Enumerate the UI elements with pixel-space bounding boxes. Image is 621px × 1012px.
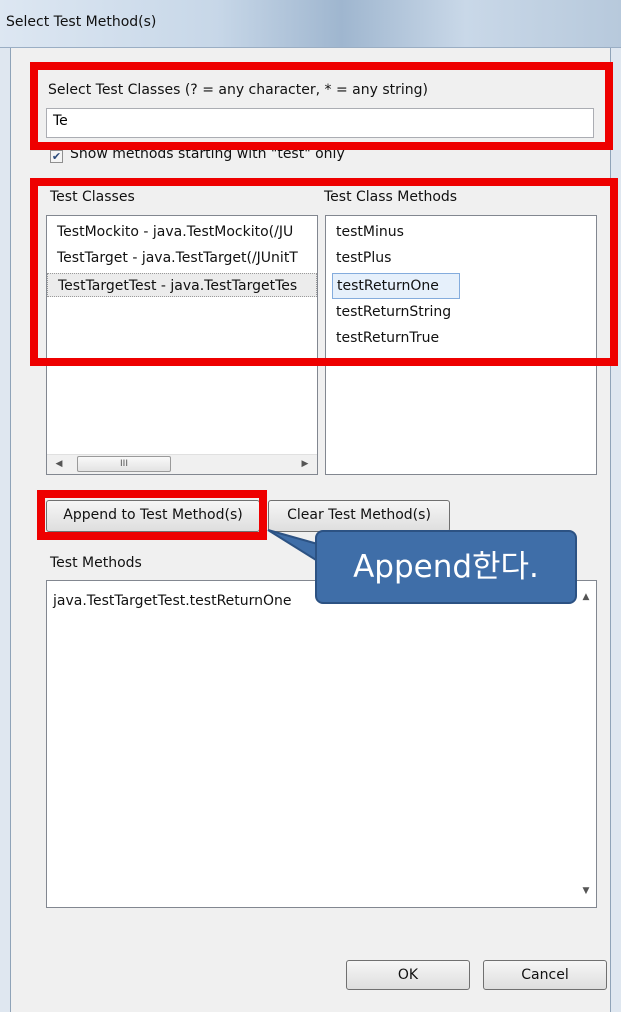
scroll-down-arrow-icon[interactable]: ▼ [578,883,594,899]
scroll-grip-icon: III [120,459,128,469]
scroll-up-arrow-icon[interactable]: ▲ [578,589,594,605]
scroll-left-arrow-icon[interactable]: ◀ [51,456,67,472]
highlight-filter [30,62,613,150]
highlight-append-button [37,490,267,540]
test-methods-header: Test Methods [50,555,142,571]
highlight-lists [30,178,618,366]
cancel-button[interactable]: Cancel [483,960,607,990]
scroll-right-arrow-icon[interactable]: ▶ [297,456,313,472]
test-methods-list[interactable]: java.TestTargetTest.testReturnOne ▲ ▼ [46,580,597,908]
ok-button[interactable]: OK [346,960,470,990]
scroll-thumb[interactable]: III [77,456,171,472]
append-callout: Append한다. [315,530,577,604]
window-title: Select Test Method(s) [6,14,157,30]
list-item[interactable]: java.TestTargetTest.testReturnOne [47,589,292,613]
window-left-edge [0,48,10,1012]
show-test-methods-checkbox[interactable]: ✔ [50,150,63,163]
